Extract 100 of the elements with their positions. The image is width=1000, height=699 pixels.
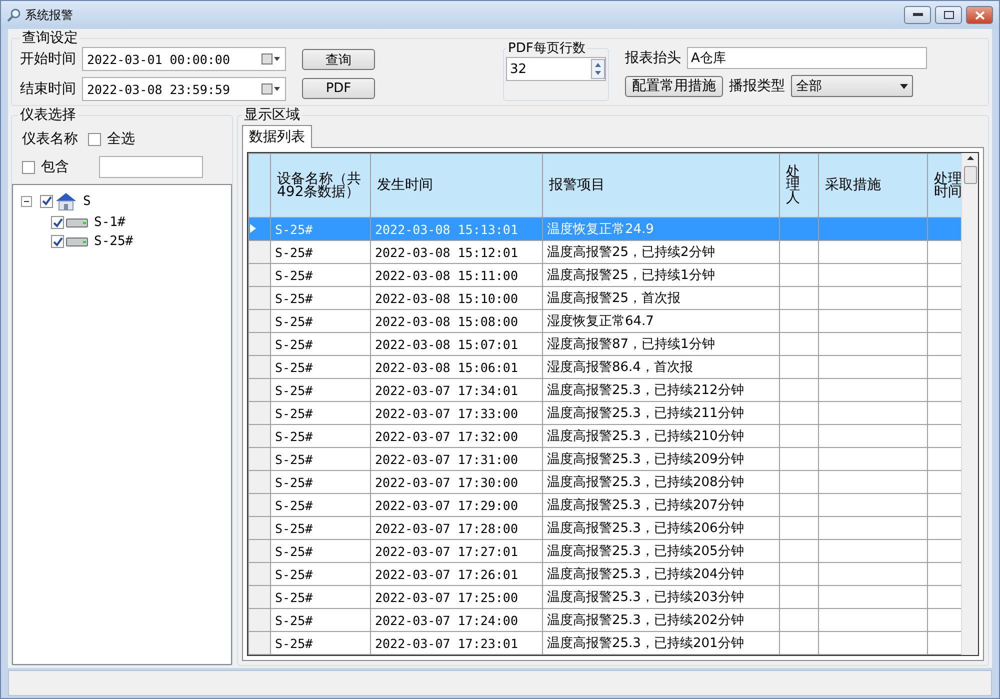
column-header[interactable]: 处理人 <box>780 154 818 218</box>
table-cell: 2022-03-08 15:06:01 <box>370 356 542 378</box>
column-header[interactable]: 发生时间 <box>370 154 542 218</box>
close-button[interactable] <box>966 6 993 24</box>
scroll-up-icon[interactable] <box>966 156 974 160</box>
table-cell: 2022-03-07 17:30:00 <box>370 470 542 494</box>
row-header[interactable] <box>248 402 270 424</box>
maximize-button[interactable] <box>935 6 962 24</box>
table-cell: 温度高报警25，已持续1分钟 <box>542 264 780 286</box>
checkbox[interactable] <box>22 160 35 174</box>
query-button[interactable]: 查询 <box>302 49 375 70</box>
minimize-button[interactable] <box>904 6 931 24</box>
collapse-icon[interactable] <box>21 196 32 206</box>
row-header[interactable] <box>248 264 270 286</box>
table-cell: 温度高报警25，已持续2分钟 <box>542 240 780 264</box>
row-header[interactable] <box>248 562 270 586</box>
row-header[interactable] <box>248 586 270 608</box>
table-cell: S-25# <box>270 264 370 286</box>
scrollbar[interactable] <box>961 153 978 655</box>
table-cell: 2022-03-07 17:24:00 <box>370 608 542 632</box>
table-cell: 温度高报警25.3，已持续207分钟 <box>542 494 780 516</box>
row-header[interactable] <box>248 332 270 356</box>
checkbox[interactable] <box>88 132 101 146</box>
table-cell: 温度高报警25.3，已持续206分钟 <box>542 516 780 540</box>
table-cell: S-25# <box>270 356 370 378</box>
column-header[interactable]: 采取措施 <box>818 154 928 218</box>
checkbox[interactable] <box>51 216 64 229</box>
window-title: 系统报警 <box>25 6 74 24</box>
table-cell: 湿度恢复正常64.7 <box>542 310 780 332</box>
table-cell: S-25# <box>270 240 370 264</box>
caret-icon <box>900 84 908 88</box>
checkbox[interactable] <box>40 194 53 208</box>
tree-item-label[interactable]: S <box>83 194 91 208</box>
group-title: 查询设定 <box>21 29 79 47</box>
table-cell: 2022-03-07 17:28:00 <box>370 516 542 540</box>
table-cell: 2022-03-08 15:10:00 <box>370 286 542 310</box>
tree-item-label[interactable]: S-25# <box>94 234 134 249</box>
table-cell: S-25# <box>270 632 370 654</box>
calendar-dropdown-icon[interactable] <box>261 83 281 95</box>
group-title: 仪表选择 <box>19 106 77 124</box>
device-icon <box>66 218 88 228</box>
field-label: 开始时间 <box>20 50 76 68</box>
date-field[interactable]: 2022-03-01 00:00:00 <box>82 47 286 71</box>
row-header[interactable] <box>248 378 270 402</box>
table-cell: 2022-03-07 17:32:00 <box>370 424 542 448</box>
configure-measures-button[interactable]: 配置常用措施 <box>625 76 723 96</box>
row-header[interactable] <box>248 470 270 494</box>
table-cell: S-25# <box>270 516 370 540</box>
table-cell: 温度高报警25.3，已持续209分钟 <box>542 448 780 470</box>
column-header[interactable]: 设备名称（共492条数据） <box>270 154 370 218</box>
maximize-icon <box>944 11 954 19</box>
field-label: 播报类型 <box>729 77 785 95</box>
row-header[interactable] <box>248 516 270 540</box>
row-header[interactable] <box>248 240 270 264</box>
table-cell: 2022-03-07 17:33:00 <box>370 402 542 424</box>
row-header[interactable] <box>248 218 270 240</box>
table-cell: S-25# <box>270 378 370 402</box>
table-cell: 2022-03-08 15:07:01 <box>370 332 542 356</box>
table-cell: S-25# <box>270 332 370 356</box>
row-header[interactable] <box>248 310 270 332</box>
calendar-dropdown-icon[interactable] <box>261 53 281 65</box>
tab[interactable]: 数据列表 <box>242 125 312 148</box>
row-header[interactable] <box>248 424 270 448</box>
table-cell: 温度高报警25.3，已持续202分钟 <box>542 608 780 632</box>
row-header[interactable] <box>248 494 270 516</box>
checkbox[interactable] <box>51 235 64 248</box>
checkbox-label[interactable]: 全选 <box>107 130 135 148</box>
checkbox-label[interactable]: 包含 <box>41 158 69 176</box>
house-icon <box>55 191 77 211</box>
number-field[interactable]: 32 <box>506 57 606 81</box>
table-cell: 温度高报警25.3，已持续212分钟 <box>542 378 780 402</box>
pdf-button[interactable]: PDF <box>302 78 375 99</box>
table-cell: 温度高报警25.3，已持续203分钟 <box>542 586 780 608</box>
column-header[interactable]: 报警项目 <box>542 154 780 218</box>
tree-item-label[interactable]: S-1# <box>94 215 126 230</box>
group-title: PDF每页行数 <box>507 40 586 57</box>
table-cell: 2022-03-07 17:23:01 <box>370 632 542 654</box>
table-cell: S-25# <box>270 470 370 494</box>
group-title: 显示区域 <box>243 106 301 124</box>
row-header[interactable] <box>248 632 270 654</box>
table-cell: S-25# <box>270 448 370 470</box>
table-cell: S-25# <box>270 218 370 240</box>
minimize-icon <box>912 13 922 17</box>
row-header[interactable] <box>248 356 270 378</box>
table-cell: S-25# <box>270 562 370 586</box>
table-cell: S-25# <box>270 424 370 448</box>
table-cell: 2022-03-07 17:34:01 <box>370 378 542 402</box>
row-header[interactable] <box>248 540 270 562</box>
field-label: 报表抬头 <box>625 49 681 67</box>
spinner-icon[interactable] <box>591 59 605 79</box>
scrollbar-thumb[interactable] <box>964 166 976 184</box>
type-dropdown[interactable]: 全部 <box>791 75 913 97</box>
table-cell: 2022-03-07 17:31:00 <box>370 448 542 470</box>
row-header[interactable] <box>248 286 270 310</box>
row-header[interactable] <box>248 608 270 632</box>
row-header[interactable] <box>248 448 270 470</box>
filter-field[interactable] <box>99 156 203 178</box>
report-header-field[interactable]: A仓库 <box>687 47 927 69</box>
table-cell: 2022-03-07 17:29:00 <box>370 494 542 516</box>
date-field[interactable]: 2022-03-08 23:59:59 <box>82 77 286 101</box>
